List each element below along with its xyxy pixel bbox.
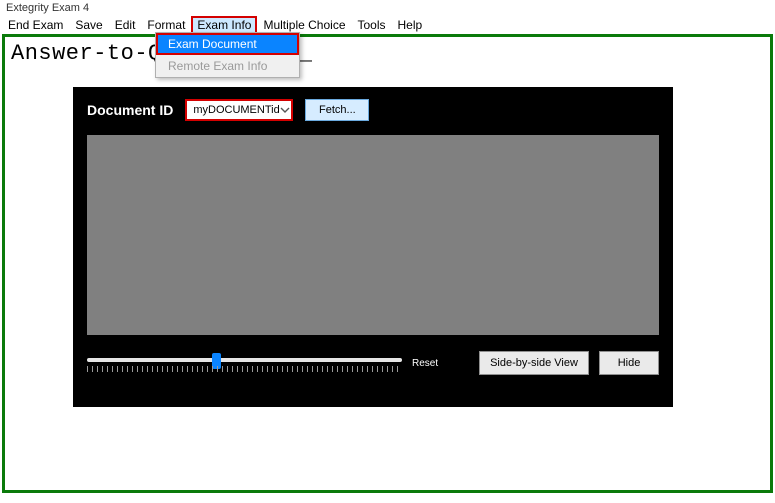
- answer-text[interactable]: Answer-to-Question-_1_: [5, 37, 770, 70]
- document-preview-area: [87, 135, 659, 335]
- menu-help[interactable]: Help: [392, 16, 429, 34]
- document-id-select[interactable]: myDOCUMENTid: [185, 99, 293, 121]
- slider-track: [87, 358, 402, 362]
- dropdown-remote-exam-info[interactable]: Remote Exam Info: [156, 55, 299, 77]
- fetch-button[interactable]: Fetch...: [305, 99, 369, 121]
- menu-tools[interactable]: Tools: [352, 16, 392, 34]
- document-id-row: Document ID myDOCUMENTid Fetch...: [87, 99, 659, 121]
- editor-frame: Answer-to-Question-_1_ Document ID myDOC…: [2, 34, 773, 493]
- chevron-down-icon: [280, 105, 290, 115]
- panel-bottom-row: Reset Side-by-side View Hide: [87, 351, 659, 375]
- document-id-value: myDOCUMENTid: [193, 104, 279, 116]
- document-panel: Document ID myDOCUMENTid Fetch... Reset …: [73, 87, 673, 407]
- menubar: End Exam Save Edit Format Exam Info Mult…: [0, 16, 775, 34]
- window-title: Extegrity Exam 4: [0, 0, 775, 16]
- document-id-label: Document ID: [87, 102, 173, 118]
- menu-end-exam[interactable]: End Exam: [2, 16, 69, 34]
- hide-button[interactable]: Hide: [599, 351, 659, 375]
- menu-save[interactable]: Save: [69, 16, 108, 34]
- reset-label[interactable]: Reset: [412, 358, 438, 369]
- exam-info-dropdown: Exam Document Remote Exam Info: [155, 32, 300, 78]
- menu-edit[interactable]: Edit: [109, 16, 142, 34]
- side-by-side-button[interactable]: Side-by-side View: [479, 351, 589, 375]
- slider-ticks: [87, 366, 402, 372]
- dropdown-exam-document[interactable]: Exam Document: [156, 33, 299, 55]
- zoom-slider[interactable]: [87, 352, 402, 374]
